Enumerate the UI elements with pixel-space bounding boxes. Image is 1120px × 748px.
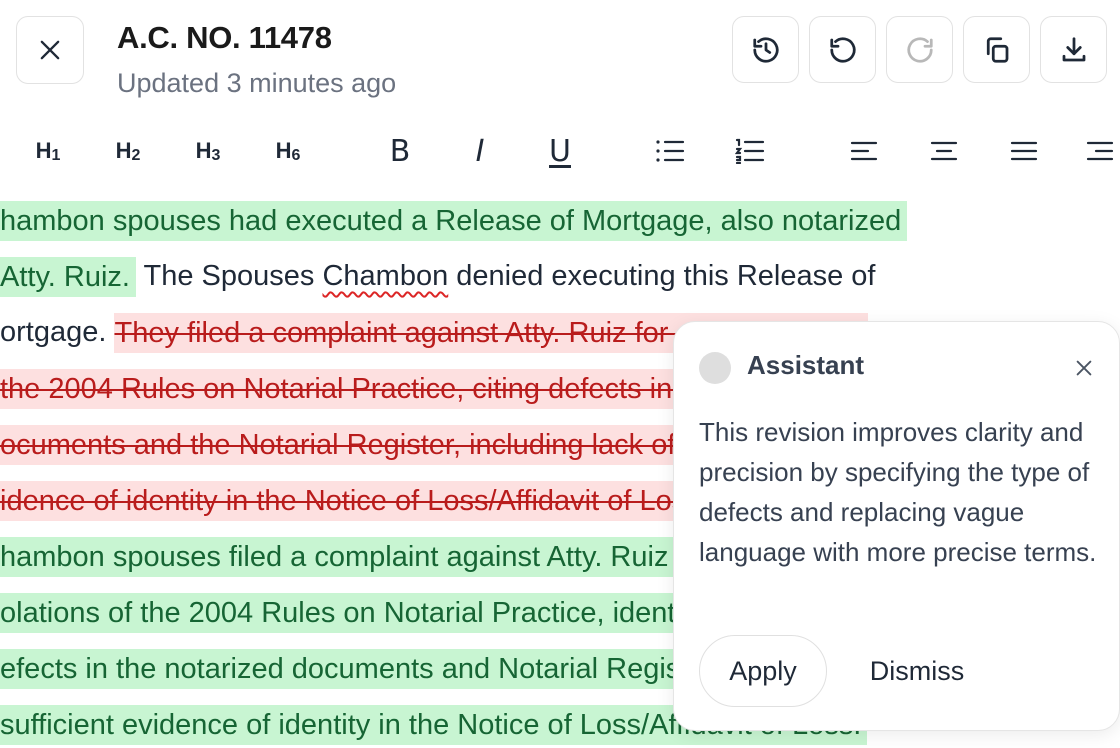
inserted-text: Atty. Ruiz. <box>0 257 136 298</box>
inserted-text: olations of the 2004 Rules on Notarial P… <box>0 593 750 634</box>
inserted-text: hambon spouses filed a complaint against… <box>0 537 717 578</box>
apply-button[interactable]: Apply <box>699 635 827 707</box>
heading-2-button[interactable]: H2 <box>108 128 148 174</box>
align-right-icon <box>1086 141 1114 161</box>
history-button[interactable] <box>732 16 799 83</box>
align-center-button[interactable] <box>926 128 962 174</box>
text-line: efects in the notarized documents and No… <box>0 640 727 696</box>
document-toolbar <box>732 16 1107 83</box>
copy-button[interactable] <box>963 16 1030 83</box>
heading-6-button[interactable]: H6 <box>268 128 308 174</box>
align-justify-icon <box>1010 141 1038 161</box>
redo-button[interactable] <box>886 16 953 83</box>
close-button[interactable] <box>16 16 84 84</box>
close-icon <box>1076 360 1092 376</box>
heading-1-button[interactable]: H1 <box>28 128 68 174</box>
assistant-name: Assistant <box>747 350 865 380</box>
heading-3-button[interactable]: H3 <box>188 128 228 174</box>
align-right-button[interactable] <box>1086 128 1120 174</box>
align-left-button[interactable] <box>846 128 882 174</box>
text-line: olations of the 2004 Rules on Notarial P… <box>0 584 750 640</box>
align-center-icon <box>930 141 958 161</box>
deleted-text: idence of identity in the Notice of Loss… <box>0 481 715 522</box>
text-line: idence of identity in the Notice of Loss… <box>0 472 715 528</box>
align-justify-button[interactable] <box>1006 128 1042 174</box>
text-line: hambon spouses filed a complaint against… <box>0 528 717 584</box>
download-icon <box>1062 36 1085 61</box>
copy-icon <box>986 36 1008 63</box>
dismiss-button[interactable]: Dismiss <box>852 635 982 707</box>
assistant-avatar <box>699 352 731 384</box>
document-title: A.C. NO. 11478 <box>117 20 332 55</box>
numbered-list-button[interactable] <box>732 128 768 174</box>
inserted-text: hambon spouses had executed a Release of… <box>0 201 908 242</box>
italic-button[interactable]: I <box>462 128 498 174</box>
assistant-close-button[interactable] <box>1068 352 1100 384</box>
formatting-toolbar: H1 H2 H3 H6 B I U <box>0 128 1120 174</box>
misspelled-word[interactable]: Chambon <box>322 260 448 292</box>
inserted-text: efects in the notarized documents and No… <box>0 649 727 690</box>
updated-status: Updated 3 minutes ago <box>117 68 397 98</box>
history-icon <box>752 36 779 63</box>
bullet-list-icon <box>656 140 685 162</box>
download-button[interactable] <box>1040 16 1107 83</box>
bullet-list-button[interactable] <box>652 128 688 174</box>
align-left-icon <box>850 141 878 161</box>
assistant-message: This revision improves clarity and preci… <box>699 417 1097 567</box>
underline-button[interactable]: U <box>542 128 578 174</box>
assistant-popover: Assistant This revision improves clarity… <box>673 321 1120 731</box>
numbered-list-icon <box>735 138 765 164</box>
text-line: hambon spouses had executed a Release of… <box>0 192 908 248</box>
undo-icon <box>829 36 856 63</box>
redo-icon <box>906 36 933 63</box>
bold-button[interactable]: B <box>382 128 418 174</box>
text-line: Atty. Ruiz. The Spouses Chambon denied e… <box>0 248 875 304</box>
close-icon <box>40 40 60 60</box>
undo-button[interactable] <box>809 16 876 83</box>
